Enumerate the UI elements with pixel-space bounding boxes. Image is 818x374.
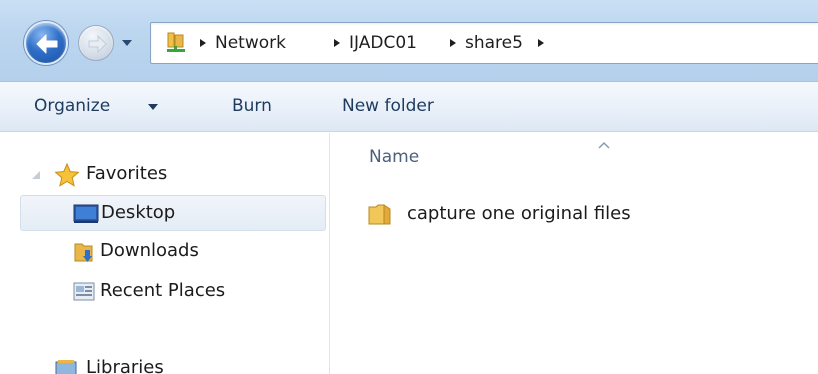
file-row[interactable]: capture one original files <box>365 199 805 231</box>
recent-pages-dropdown-icon[interactable] <box>120 38 134 48</box>
address-bar[interactable]: Network IJADC01 share5 <box>150 22 818 64</box>
breadcrumb-separator-icon[interactable] <box>537 38 545 48</box>
nav-item-libraries[interactable]: Libraries <box>20 351 326 374</box>
burn-button[interactable]: Burn <box>232 96 272 118</box>
forward-arrow-icon <box>88 34 107 54</box>
back-arrow-icon <box>36 34 58 54</box>
navigation-bar: Network IJADC01 share5 <box>0 0 818 82</box>
sort-ascending-icon <box>598 141 610 149</box>
breadcrumb-network[interactable]: Network <box>215 33 286 53</box>
star-icon <box>54 163 80 187</box>
libraries-icon <box>55 360 77 374</box>
file-name: capture one original files <box>407 203 631 224</box>
nav-item-downloads[interactable]: Downloads <box>20 234 326 270</box>
organize-button[interactable]: Organize <box>34 96 110 118</box>
downloads-folder-icon <box>74 243 93 262</box>
file-list-pane: Name capture one original files <box>331 133 818 374</box>
breadcrumb-separator-icon[interactable] <box>199 38 207 48</box>
nav-item-desktop[interactable]: Desktop <box>20 195 326 231</box>
command-bar: Organize Burn New folder <box>0 82 818 132</box>
column-header-name[interactable]: Name <box>369 147 419 167</box>
nav-label-favorites: Favorites <box>86 163 168 184</box>
breadcrumb-share[interactable]: share5 <box>465 33 523 53</box>
explorer-window: Network IJADC01 share5 Organize Burn New… <box>0 0 818 374</box>
forward-button[interactable] <box>78 25 114 61</box>
organize-dropdown-icon[interactable] <box>148 104 158 110</box>
nav-item-recent-places[interactable]: Recent Places <box>20 274 326 310</box>
recent-places-icon <box>73 282 95 301</box>
folder-icon <box>368 204 391 225</box>
nav-label-recent-places: Recent Places <box>100 280 226 301</box>
network-location-icon <box>167 32 185 52</box>
breadcrumb-separator-icon[interactable] <box>449 38 457 48</box>
desktop-icon <box>73 204 99 223</box>
breadcrumb-separator-icon[interactable] <box>333 38 341 48</box>
new-folder-button[interactable]: New folder <box>342 96 434 118</box>
navigation-pane: Favorites Desktop Downloads Recent Place… <box>0 133 330 374</box>
nav-label-downloads: Downloads <box>100 240 199 261</box>
back-button[interactable] <box>24 21 68 65</box>
nav-item-favorites[interactable]: Favorites <box>20 157 326 193</box>
nav-label-libraries: Libraries <box>86 357 164 374</box>
breadcrumb-server[interactable]: IJADC01 <box>349 33 417 53</box>
nav-label-desktop: Desktop <box>101 202 176 223</box>
